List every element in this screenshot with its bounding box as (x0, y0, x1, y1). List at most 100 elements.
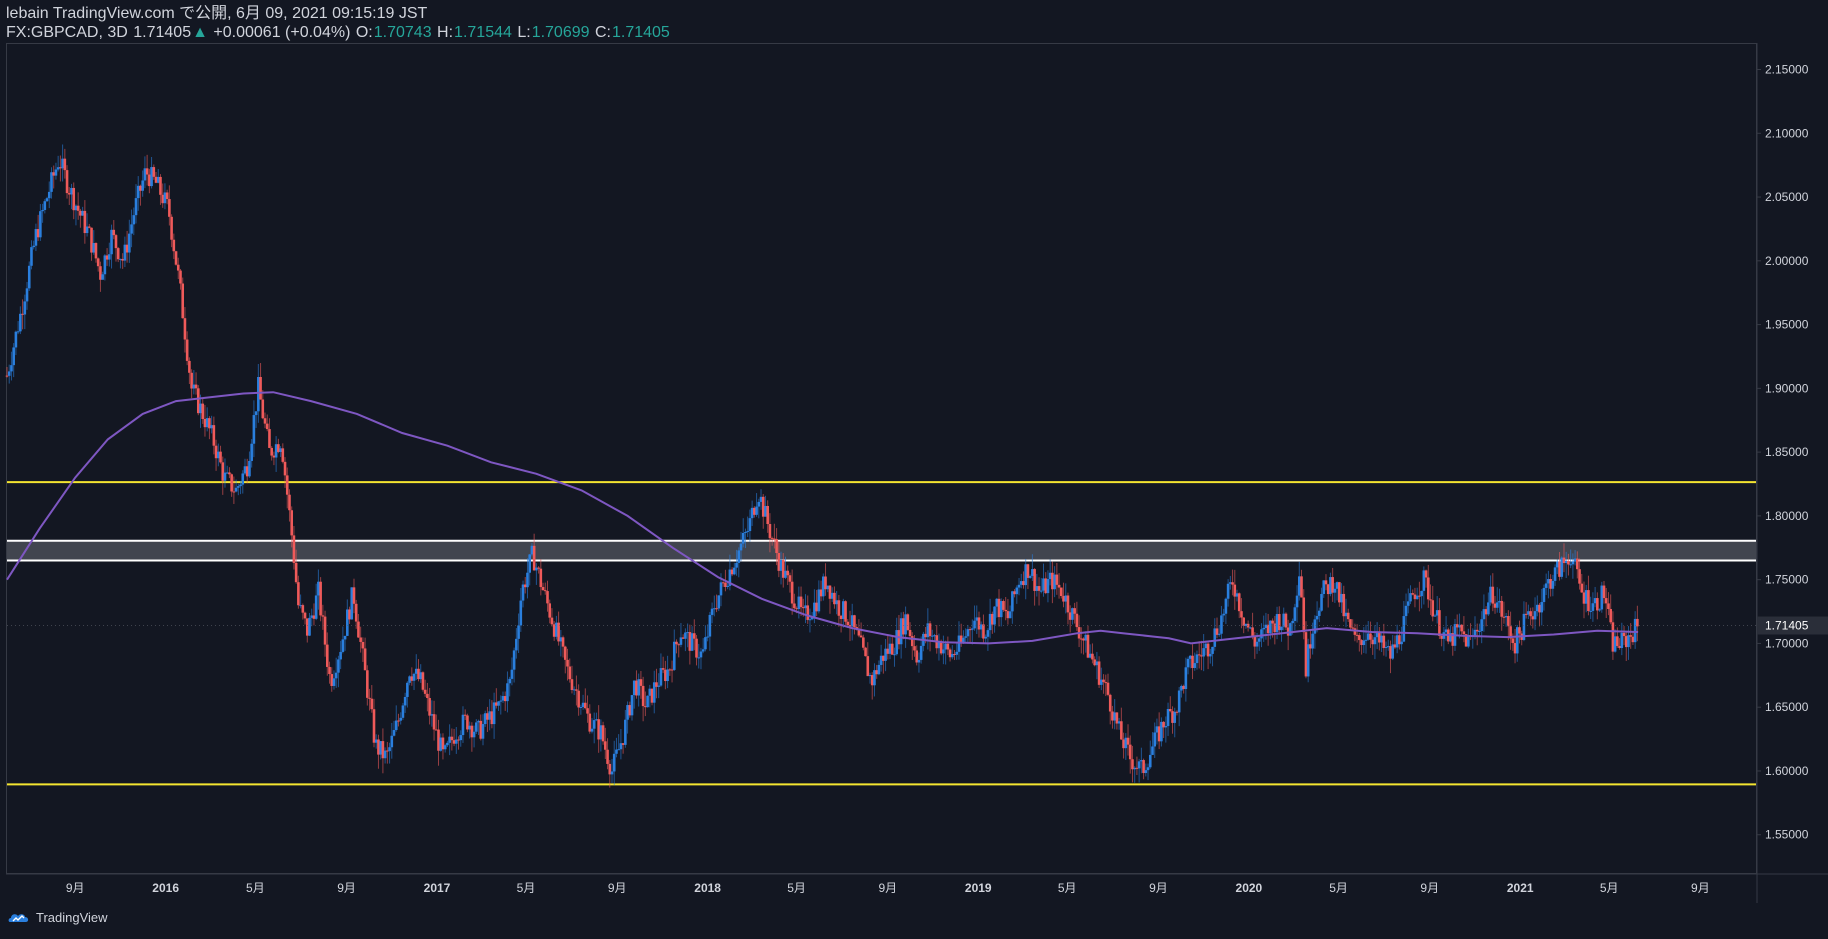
candle-body (463, 714, 467, 716)
candle-body (1478, 631, 1481, 633)
chart-background (0, 0, 1828, 939)
candle-body (1191, 655, 1194, 668)
candle-body (1031, 569, 1034, 576)
y-tick-label: 1.85000 (1765, 445, 1809, 459)
candle-body (1460, 624, 1463, 632)
candle-body (130, 224, 133, 234)
candle-body (1200, 655, 1203, 657)
candle-body (1304, 632, 1308, 677)
candle-body (245, 466, 249, 477)
high-label: H: (437, 24, 454, 41)
candle-body (984, 636, 987, 639)
x-tick-label: 9月 (1149, 881, 1168, 895)
candle-body (241, 473, 245, 485)
candle-body (615, 749, 618, 754)
candle-body (666, 669, 669, 682)
footer-brand[interactable]: TradingView (8, 910, 108, 925)
candle-body (1153, 732, 1157, 747)
candle-body (312, 615, 316, 619)
candle-body (866, 656, 870, 677)
candle-body (993, 606, 996, 625)
candle-body (334, 672, 338, 679)
candle-body (1318, 610, 1321, 616)
candle-body (1551, 580, 1555, 589)
candle-body (804, 605, 807, 609)
price-chart[interactable]: 2.15000 2.10000 2.05000 2.00000 1.95000 1.900… (0, 0, 1828, 939)
candle-body (737, 550, 741, 563)
candle-body (652, 682, 656, 703)
candle-body (1420, 590, 1423, 597)
candle-body (526, 572, 529, 588)
candle-body (1591, 603, 1595, 611)
candle-body (1487, 602, 1490, 615)
y-tick-label: 1.55000 (1765, 828, 1809, 842)
candle-body (1140, 760, 1143, 762)
candle-body (41, 209, 44, 212)
candle-body (550, 617, 554, 625)
candle-body (85, 226, 89, 234)
candle-body (899, 618, 903, 645)
candle-body (528, 554, 531, 573)
candle-body (1131, 759, 1134, 770)
candle-body (499, 700, 503, 702)
candle-body (63, 158, 67, 171)
candle-body (185, 339, 189, 361)
candle-body (1455, 624, 1459, 628)
candle-body (1593, 598, 1597, 604)
candle-body (1035, 586, 1039, 591)
candle-body (1400, 641, 1403, 645)
candle-body (739, 543, 743, 551)
candle-body (397, 720, 400, 722)
candle-body (188, 360, 191, 373)
candle-body (590, 728, 594, 732)
candle-body (1333, 588, 1337, 593)
candle-body (710, 608, 714, 615)
candle-body (1582, 592, 1586, 604)
candle-body (543, 590, 547, 592)
candle-body (806, 605, 810, 620)
candle-body (815, 602, 818, 612)
candle-body (1620, 632, 1624, 649)
candle-body (886, 648, 890, 654)
candle-body (274, 444, 278, 458)
candle-body (332, 678, 336, 686)
candle-body (19, 313, 22, 332)
candle-body (1117, 721, 1121, 724)
candle-body (1277, 614, 1281, 631)
candle-body (1113, 712, 1116, 721)
candle-body (592, 720, 596, 729)
candle-body (1175, 711, 1179, 713)
candle-body (350, 587, 354, 620)
candle-body (1231, 582, 1234, 585)
candle-body (817, 589, 821, 612)
candle-body (136, 185, 140, 199)
candle-body (781, 560, 785, 578)
candle-body (1511, 638, 1515, 644)
candle-body (1028, 575, 1032, 578)
candle-body (1342, 593, 1346, 617)
candle-body (1086, 634, 1090, 658)
candle-body (626, 705, 629, 720)
symbol-legend: FX:GBPCAD, 3D 1.71405▲ +0.00061 (+0.04%)… (6, 23, 1818, 42)
candle-body (1338, 582, 1341, 603)
candle-body (648, 688, 652, 696)
candle-body (34, 229, 38, 246)
candle-body (982, 624, 985, 639)
candle-body (466, 715, 469, 730)
candle-body (1384, 647, 1388, 649)
publish-info: lebain TradingView.com で公開, 6月 09, 2021 … (6, 5, 428, 22)
candle-body (36, 229, 40, 238)
symbol-name[interactable]: FX:GBPCAD, 3D (6, 24, 128, 41)
candle-body (1220, 615, 1223, 634)
x-tick-label: 5月 (517, 881, 536, 895)
candle-body (1133, 767, 1136, 770)
candle-body (1257, 638, 1261, 642)
candle-body (1046, 579, 1050, 594)
candle-body (1609, 609, 1612, 623)
candle-body (125, 244, 129, 253)
candle-body (750, 507, 754, 519)
candle-body (955, 651, 959, 655)
candle-body (1104, 682, 1108, 684)
candle-body (1587, 590, 1590, 612)
candle-body (1513, 643, 1517, 654)
